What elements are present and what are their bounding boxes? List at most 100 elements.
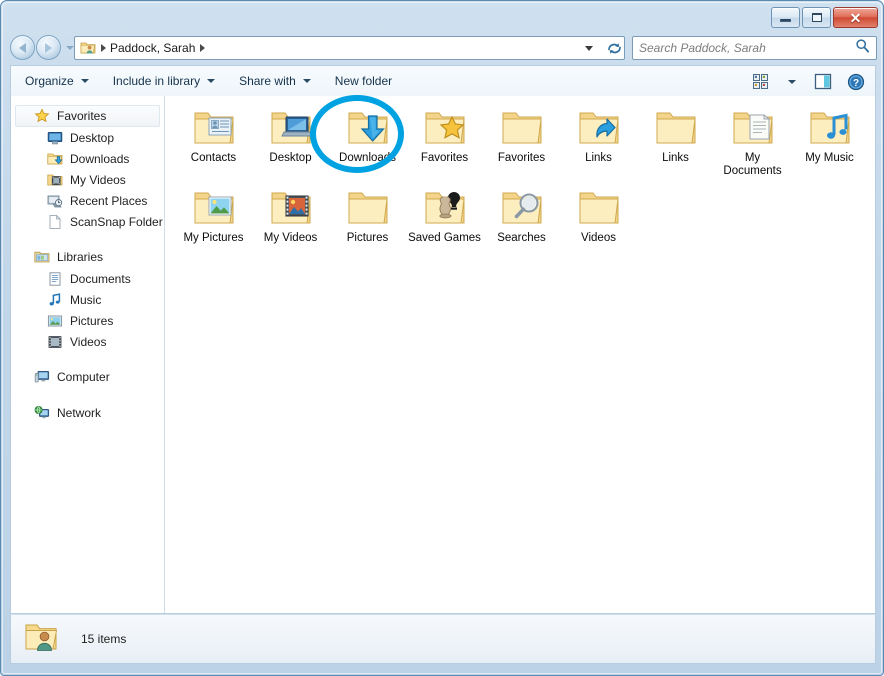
close-button[interactable]: ✕: [833, 7, 878, 28]
file-item-label: Favorites: [497, 152, 546, 164]
back-button[interactable]: [10, 35, 35, 60]
sidebar-item-documents-label: Documents: [70, 271, 131, 286]
file-item-downloads[interactable]: Downloads: [329, 102, 406, 178]
sidebar-group-libraries[interactable]: Libraries: [15, 246, 160, 268]
network-icon: [34, 405, 50, 421]
downloads-folder-icon: [344, 107, 392, 149]
links-shortcut-folder-icon: [575, 107, 623, 149]
file-item-label: Links: [662, 152, 689, 164]
organize-label: Organize: [25, 74, 74, 88]
preview-pane-button[interactable]: [810, 70, 836, 93]
sidebar-item-music[interactable]: Music: [11, 289, 164, 310]
sidebar-item-my-videos-label: My Videos: [70, 172, 126, 187]
sidebar-group-network-label: Network: [57, 406, 102, 420]
search-box[interactable]: Search Paddock, Sarah: [632, 36, 877, 60]
libraries-icon: [34, 249, 50, 265]
sidebar-item-pictures[interactable]: Pictures: [11, 310, 164, 331]
organize-button[interactable]: Organize: [15, 69, 99, 93]
icon-grid: Contacts Desktop Downloads Favorites Fav…: [175, 102, 875, 249]
forward-button[interactable]: [36, 35, 61, 60]
user-folder-icon: [80, 40, 96, 56]
file-item-label: Searches: [497, 232, 546, 244]
file-item-desktop[interactable]: Desktop: [252, 102, 329, 178]
maximize-button[interactable]: [802, 7, 831, 28]
title-bar[interactable]: ✕: [1, 1, 883, 32]
file-item-pictures-plain[interactable]: Pictures: [329, 182, 406, 245]
navigation-pane[interactable]: Favorites Desktop Downloads My Videos Re…: [11, 96, 165, 613]
star-icon: [34, 108, 50, 124]
change-view-button[interactable]: [748, 70, 773, 93]
file-item-searches[interactable]: Searches: [483, 182, 560, 245]
file-item-favorites-star[interactable]: Favorites: [406, 102, 483, 178]
share-with-button[interactable]: Share with: [229, 69, 321, 93]
my-pictures-folder-icon: [190, 187, 238, 229]
sidebar-item-desktop-label: Desktop: [70, 130, 115, 145]
sidebar-item-scansnap-folder[interactable]: ScanSnap Folder: [11, 211, 164, 232]
address-bar[interactable]: Paddock, Sarah: [74, 36, 625, 60]
recent-pages-chevron-down-icon[interactable]: [66, 45, 74, 50]
preview-pane-icon: [814, 73, 832, 90]
sidebar-group-computer[interactable]: Computer: [15, 366, 160, 388]
sidebar-item-recent-places[interactable]: Recent Places: [11, 190, 164, 211]
window-controls: ✕: [771, 7, 878, 28]
file-item-links-plain[interactable]: Links: [637, 102, 714, 178]
include-in-library-label: Include in library: [112, 74, 201, 88]
sidebar-item-desktop[interactable]: Desktop: [11, 127, 164, 148]
sidebar-item-documents[interactable]: Documents: [11, 268, 164, 289]
help-question-icon: ?: [847, 73, 865, 90]
file-item-videos-plain[interactable]: Videos: [560, 182, 637, 245]
sidebar-item-videos[interactable]: Videos: [11, 331, 164, 352]
file-item-my-pictures[interactable]: My Pictures: [175, 182, 252, 245]
organize-chevron-down-icon: [80, 79, 89, 83]
videos-folder-icon: [47, 172, 63, 188]
sidebar-group-computer-label: Computer: [57, 370, 110, 384]
breadcrumb-path[interactable]: Paddock, Sarah: [110, 41, 195, 55]
plain-folder-icon: [344, 187, 392, 229]
file-item-label: My Videos: [263, 232, 318, 244]
downloads-folder-icon: [47, 151, 63, 167]
sidebar-group-network[interactable]: Network: [15, 402, 160, 424]
file-list-view[interactable]: Contacts Desktop Downloads Favorites Fav…: [165, 95, 875, 613]
file-item-favorites-plain[interactable]: Favorites: [483, 102, 560, 178]
file-item-saved-games[interactable]: Saved Games: [406, 182, 483, 245]
file-item-my-documents[interactable]: My Documents: [714, 102, 791, 178]
file-item-contacts[interactable]: Contacts: [175, 102, 252, 178]
saved-games-folder-icon: [421, 187, 469, 229]
sidebar-item-downloads[interactable]: Downloads: [11, 148, 164, 169]
sidebar-group-favorites[interactable]: Favorites: [15, 105, 160, 127]
refresh-button[interactable]: [604, 39, 624, 57]
view-options-chevron-down-icon[interactable]: [780, 70, 803, 93]
minimize-button[interactable]: [771, 7, 800, 28]
file-item-label: Desktop: [269, 152, 312, 164]
file-item-my-videos[interactable]: My Videos: [252, 182, 329, 245]
search-input[interactable]: Search Paddock, Sarah: [639, 41, 855, 55]
sidebar-group-libraries-label: Libraries: [57, 250, 104, 264]
documents-library-icon: [47, 271, 63, 287]
view-grid-icon: [753, 74, 768, 89]
sidebar-group-favorites-label: Favorites: [57, 109, 107, 123]
address-bar-row: Paddock, Sarah Search Paddock, Sarah: [1, 32, 883, 64]
toolbar-right-group: ?: [748, 70, 869, 93]
file-item-label: Downloads: [339, 152, 396, 164]
breadcrumb-separator-2[interactable]: [200, 44, 206, 52]
sidebar-item-videos-label: Videos: [70, 334, 107, 349]
include-in-library-button[interactable]: Include in library: [103, 69, 225, 93]
maximize-icon: [811, 13, 822, 22]
sidebar-item-my-videos[interactable]: My Videos: [11, 169, 164, 190]
plain-folder-icon: [498, 107, 546, 149]
file-item-my-music[interactable]: My Music: [791, 102, 868, 178]
desktop-folder-icon: [267, 107, 315, 149]
videos-library-icon: [47, 334, 63, 350]
desktop-icon: [47, 130, 63, 146]
computer-icon: [34, 369, 50, 385]
help-button[interactable]: ?: [843, 70, 869, 93]
file-item-links-shortcut[interactable]: Links: [560, 102, 637, 178]
share-with-chevron-down-icon: [302, 79, 311, 83]
item-count-label: 15 items: [81, 632, 127, 646]
previous-locations-chevron-down-icon[interactable]: [585, 46, 593, 51]
contacts-folder-icon: [190, 107, 238, 149]
document-icon: [47, 214, 63, 230]
pictures-library-icon: [47, 313, 63, 329]
new-folder-button[interactable]: New folder: [325, 69, 402, 93]
file-item-label: Saved Games: [408, 232, 481, 244]
